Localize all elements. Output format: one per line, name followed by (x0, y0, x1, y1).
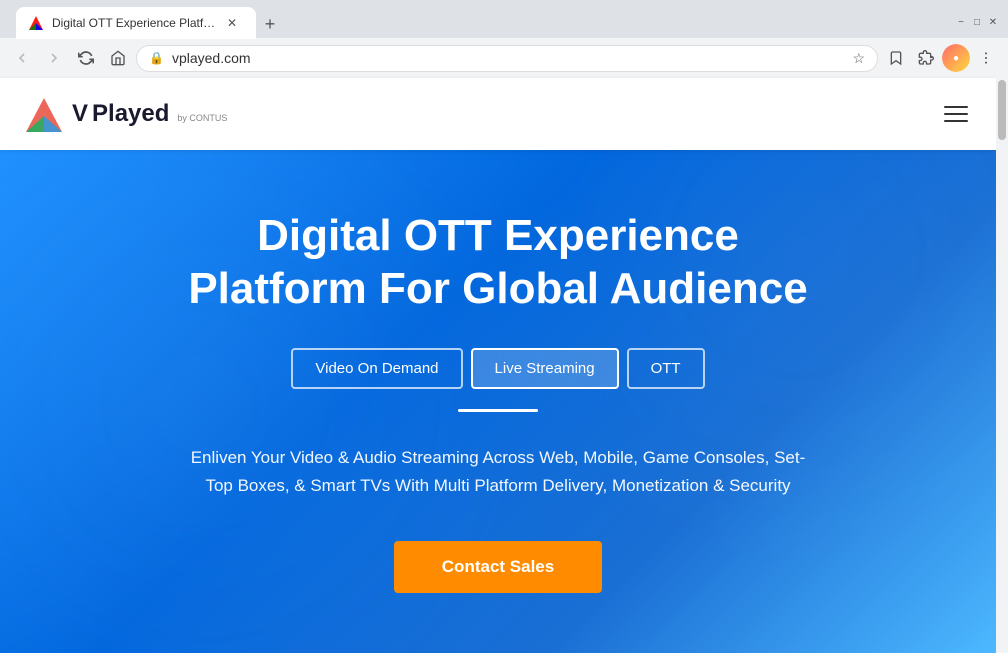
tab-title: Digital OTT Experience Platform (52, 16, 216, 30)
extensions-button[interactable] (912, 44, 940, 72)
browser-window: Digital OTT Experience Platform ✕ + − □ … (0, 0, 1008, 653)
home-button[interactable] (104, 44, 132, 72)
live-streaming-tab[interactable]: Live Streaming (471, 348, 619, 389)
bookmark-icon (888, 50, 904, 66)
contact-sales-button[interactable]: Contact Sales (394, 541, 602, 593)
hamburger-line-2 (944, 113, 968, 115)
tab-favicon (28, 15, 44, 31)
puzzle-icon (918, 50, 934, 66)
webpage: VPlayed by CONTUS Digital OTT Experienc (0, 78, 996, 653)
home-icon (110, 50, 126, 66)
hero-title-line2: Platform For Global Audience (188, 264, 807, 313)
browser-content: VPlayed by CONTUS Digital OTT Experienc (0, 78, 1008, 653)
logo-v: V (72, 100, 88, 128)
video-on-demand-tab[interactable]: Video On Demand (291, 348, 462, 389)
site-header: VPlayed by CONTUS (0, 78, 996, 150)
reload-icon (78, 50, 94, 66)
more-dots-icon (978, 50, 994, 66)
hamburger-menu-button[interactable] (940, 102, 972, 126)
scrollbar-track[interactable] (996, 78, 1008, 653)
ott-tab[interactable]: OTT (627, 348, 705, 389)
avatar-initial: ● (953, 53, 959, 64)
hero-content: Digital OTT Experience Platform For Glob… (188, 210, 808, 593)
back-button[interactable] (8, 44, 36, 72)
new-tab-button[interactable]: + (256, 10, 284, 38)
address-bar[interactable]: 🔒 vplayed.com ☆ (136, 45, 878, 72)
active-tab[interactable]: Digital OTT Experience Platform ✕ (16, 7, 256, 39)
minimize-button[interactable]: − (954, 15, 968, 29)
hero-tab-buttons: Video On Demand Live Streaming OTT (188, 348, 808, 389)
vplayed-logo-icon (24, 94, 64, 134)
hero-description: Enliven Your Video & Audio Streaming Acr… (188, 444, 808, 502)
logo-by-contus: by CONTUS (177, 113, 227, 123)
scrollbar-thumb[interactable] (998, 80, 1006, 140)
logo-brand-row: VPlayed by CONTUS (72, 100, 227, 128)
bookmark-star-icon[interactable]: ☆ (852, 50, 865, 67)
forward-icon (46, 50, 62, 66)
hamburger-line-1 (944, 106, 968, 108)
reload-button[interactable] (72, 44, 100, 72)
hero-section: Digital OTT Experience Platform For Glob… (0, 150, 996, 653)
close-button[interactable]: ✕ (986, 15, 1000, 29)
hero-title-line1: Digital OTT Experience (257, 211, 739, 260)
logo: VPlayed by CONTUS (24, 94, 227, 134)
address-text: vplayed.com (172, 50, 844, 66)
forward-button[interactable] (40, 44, 68, 72)
restore-button[interactable]: □ (970, 15, 984, 29)
logo-played: Played (92, 100, 169, 128)
security-lock-icon: 🔒 (149, 51, 164, 65)
tab-close-button[interactable]: ✕ (224, 15, 240, 31)
hero-title: Digital OTT Experience Platform For Glob… (188, 210, 808, 316)
title-bar: Digital OTT Experience Platform ✕ + − □ … (0, 0, 1008, 38)
logo-text: VPlayed by CONTUS (72, 100, 227, 128)
menu-dots-button[interactable] (972, 44, 1000, 72)
nav-right-icons: ● (882, 44, 1000, 72)
back-icon (14, 50, 30, 66)
tab-underline (458, 409, 538, 412)
avatar-button[interactable]: ● (942, 44, 970, 72)
window-controls: − □ ✕ (954, 15, 1000, 29)
navigation-bar: 🔒 vplayed.com ☆ ● (0, 38, 1008, 78)
tab-bar: Digital OTT Experience Platform ✕ + (8, 6, 292, 38)
hamburger-line-3 (944, 120, 968, 122)
bookmark-button[interactable] (882, 44, 910, 72)
